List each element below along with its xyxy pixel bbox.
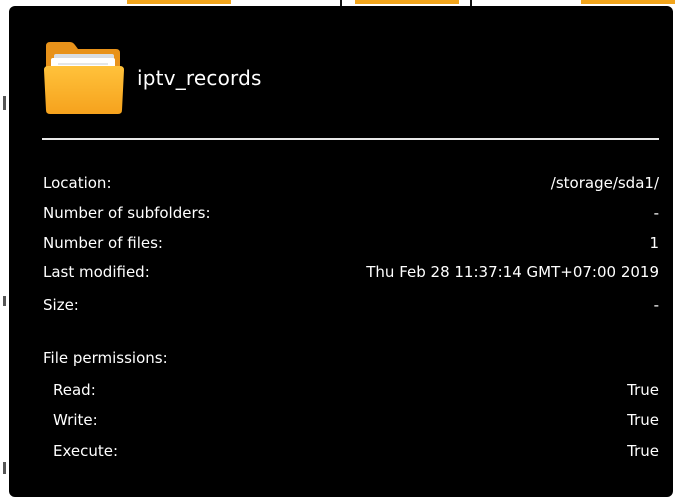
detail-label: Last modified: [43, 263, 150, 281]
permission-value: True [627, 381, 659, 399]
permission-label: Execute: [53, 442, 119, 460]
background-tab [581, 0, 675, 4]
detail-value: 1 [649, 234, 659, 252]
permission-value: True [627, 442, 659, 460]
detail-value: Thu Feb 28 11:37:14 GMT+07:00 2019 [366, 263, 659, 281]
detail-label: Number of subfolders: [43, 204, 211, 222]
detail-label: Number of files: [43, 234, 163, 252]
detail-label: Size: [43, 296, 79, 314]
permission-label: Read: [53, 381, 96, 399]
background-mark [3, 462, 6, 474]
permission-value: True [627, 411, 659, 429]
detail-row-files: Number of files: 1 [43, 234, 659, 258]
detail-row-size: Size: - [43, 296, 659, 320]
detail-value: - [653, 296, 659, 314]
permission-row-read: Read: True [43, 381, 659, 405]
folder-name: iptv_records [137, 66, 262, 90]
detail-value: - [653, 204, 659, 222]
header-divider [42, 138, 659, 140]
folder-properties-dialog: iptv_records Location: /storage/sda1/ Nu… [9, 6, 673, 497]
permission-row-execute: Execute: True [43, 442, 659, 466]
detail-value: /storage/sda1/ [550, 174, 659, 192]
permission-row-write: Write: True [43, 411, 659, 435]
background-tab [355, 0, 459, 4]
detail-row-location: Location: /storage/sda1/ [43, 174, 659, 198]
folder-icon [44, 40, 124, 116]
screen: iptv_records Location: /storage/sda1/ Nu… [0, 0, 680, 497]
detail-row-last-modified: Last modified: Thu Feb 28 11:37:14 GMT+0… [43, 263, 659, 287]
background-mark [3, 96, 6, 110]
detail-label: Location: [43, 174, 112, 192]
background-mark [3, 296, 6, 306]
permission-label: Write: [53, 411, 98, 429]
detail-row-subfolders: Number of subfolders: - [43, 204, 659, 228]
permissions-heading: File permissions: [43, 349, 168, 367]
background-tab [127, 0, 231, 4]
